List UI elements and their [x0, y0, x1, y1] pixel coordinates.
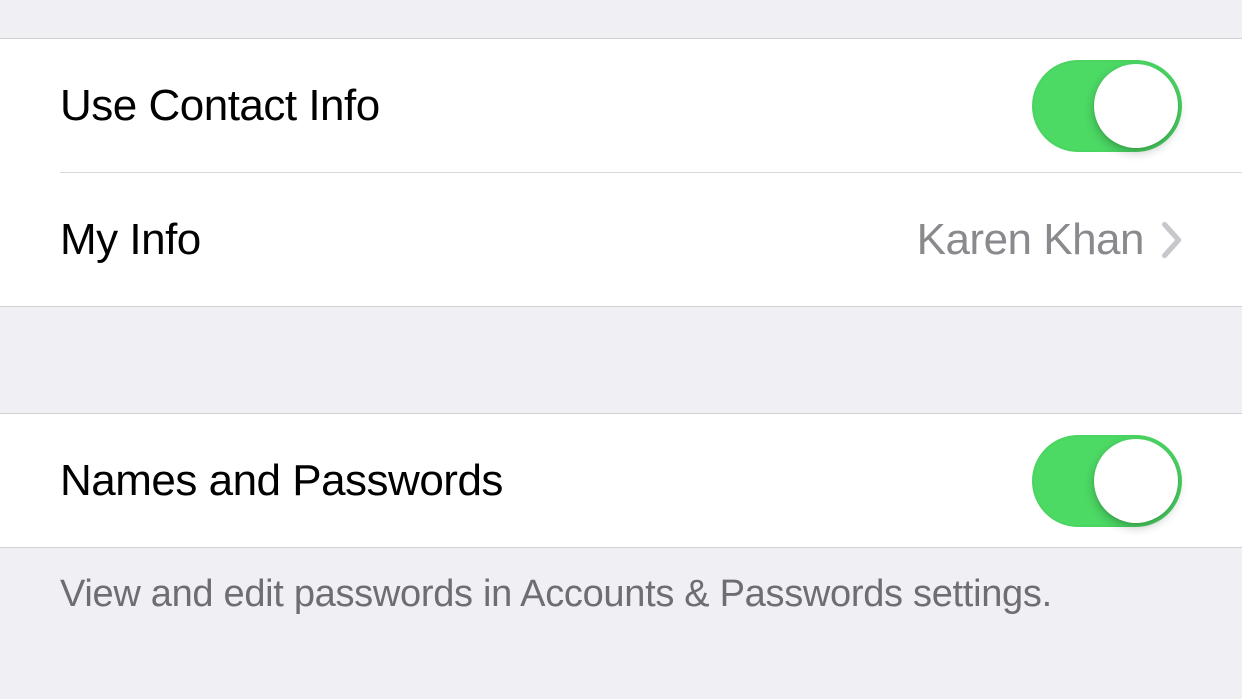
my-info-label: My Info [60, 215, 201, 265]
section-names-passwords: Names and Passwords [0, 413, 1242, 548]
spacer-mid [0, 307, 1242, 413]
row-right: Karen Khan [917, 215, 1182, 265]
section-contact-info: Use Contact Info My Info Karen Khan [0, 38, 1242, 307]
toggle-knob [1094, 64, 1178, 148]
names-passwords-toggle[interactable] [1032, 435, 1182, 527]
footer-text: View and edit passwords in Accounts & Pa… [0, 548, 1242, 619]
spacer-top [0, 0, 1242, 38]
row-my-info[interactable]: My Info Karen Khan [0, 173, 1242, 306]
row-use-contact-info: Use Contact Info [0, 39, 1242, 172]
my-info-value: Karen Khan [917, 215, 1144, 265]
chevron-right-icon [1162, 222, 1182, 258]
use-contact-info-toggle[interactable] [1032, 60, 1182, 152]
row-names-passwords: Names and Passwords [0, 414, 1242, 547]
use-contact-info-label: Use Contact Info [60, 81, 380, 131]
toggle-knob [1094, 439, 1178, 523]
names-passwords-label: Names and Passwords [60, 456, 503, 506]
